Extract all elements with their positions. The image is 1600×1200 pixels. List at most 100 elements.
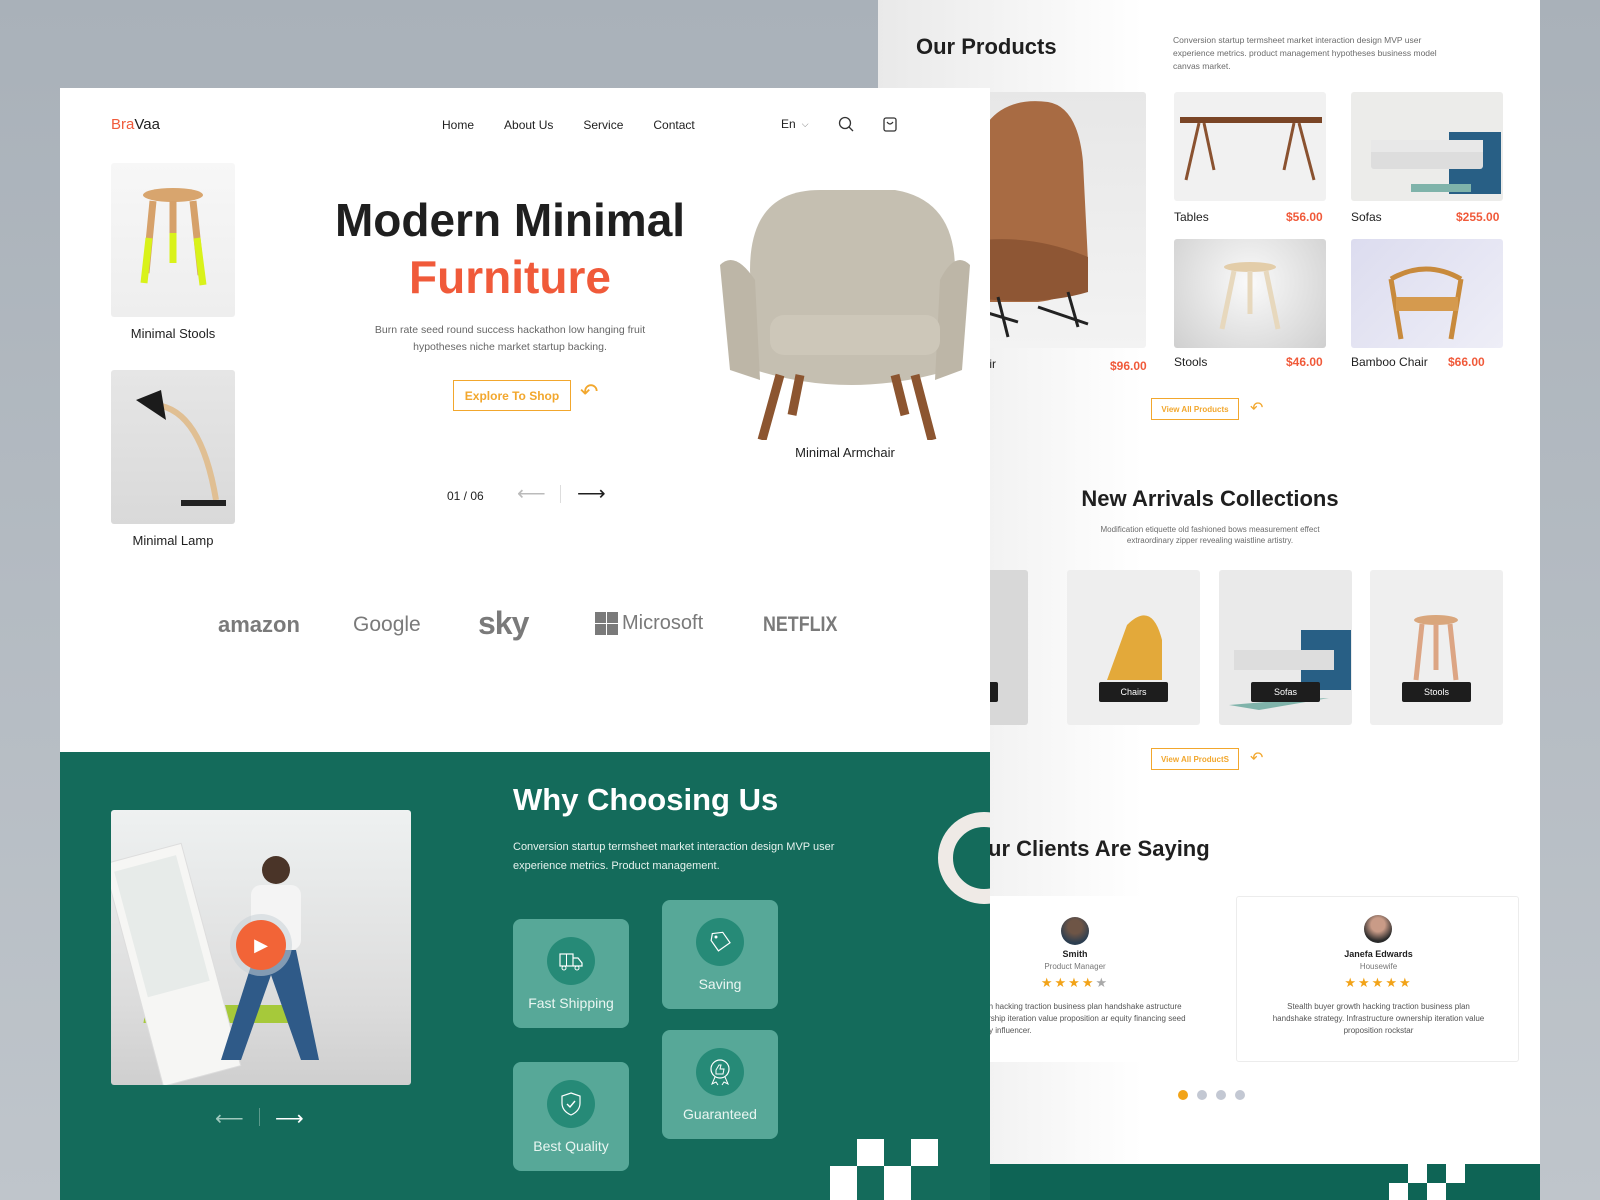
featured-armchair-image[interactable] [700,190,990,442]
product-image-stools[interactable] [1174,239,1326,348]
product-price: $46.00 [1286,355,1323,369]
divider [560,485,561,503]
decorative-checker [830,1166,857,1200]
nav-contact[interactable]: Contact [653,118,694,132]
video-prev-arrow-icon[interactable]: ⟵ [215,1106,244,1131]
products-title: Our Products [916,34,1057,59]
arrival-card[interactable]: Sofas [1219,570,1352,725]
avatar [1364,915,1392,943]
why-description: Conversion startup termsheet market inte… [513,841,835,872]
feature-card-guaranteed: Guaranteed [662,1030,778,1139]
arrival-tag: Chairs [1099,682,1168,702]
slide-counter: 01 / 06 [447,489,484,503]
hero-title-line1: Modern Minimal [334,194,686,246]
featured-product-price: $96.00 [1110,359,1147,373]
products-description: Conversion startup termsheet market inte… [1173,35,1437,71]
decorative-checker [911,1139,938,1166]
side-product-image-lamp[interactable] [111,370,235,524]
decorative-checker [884,1166,911,1200]
view-all-arrivals-button[interactable]: View All ProductS [1151,748,1239,770]
sale-tag-icon [696,917,744,966]
avatar [1061,917,1089,945]
testimonial-pagination [1178,1090,1245,1100]
thumbs-up-badge-icon [696,1047,744,1096]
curved-arrow-icon: ↶ [580,379,599,404]
feature-label: Guaranteed [683,1105,757,1122]
why-title: Why Choosing Us [513,782,779,817]
next-arrow-icon[interactable]: ⟶ [577,481,606,506]
microsoft-windows-icon [595,612,618,635]
product-name: Bamboo Chair [1351,355,1428,369]
review-text: growth hacking traction business plan ha… [969,1002,1186,1035]
brand-microsoft-logo: Microsoft [595,612,703,635]
nav-home[interactable]: Home [442,118,474,132]
product-image-tables[interactable] [1174,92,1326,201]
chevron-down-icon: ⌵ [801,118,809,129]
language-label: En [781,117,796,131]
featured-product-label: Minimal Armchair [795,445,895,460]
arrival-card[interactable]: Chairs [1067,570,1200,725]
testimonials-title: ur Clients Are Saying [988,836,1210,861]
product-image-sofas[interactable] [1351,92,1503,201]
brand-logo[interactable]: BraVaa [111,116,160,133]
feature-label: Best Quality [533,1137,609,1154]
language-selector[interactable]: En ⌵ [781,117,809,131]
brand-sky-logo: sky [478,605,529,641]
side-product-label: Minimal Stools [130,326,216,341]
explore-to-shop-button[interactable]: Explore To Shop [453,380,571,411]
view-all-products-button[interactable]: View All Products [1151,398,1239,420]
reviewer-role: Housewife [1359,962,1398,971]
arrival-tag: Stools [1402,682,1471,702]
curved-arrow-icon: ↶ [1250,750,1264,767]
rating-stars: ★★★★★ [1344,975,1413,990]
decorative-ring [938,812,990,904]
hero-title-line2: Furniture [409,251,611,303]
search-icon[interactable] [838,116,854,132]
review-text: Stealth buyer growth hacking traction bu… [1272,1002,1485,1035]
shipping-truck-icon [547,936,595,985]
pagination-dot[interactable] [1197,1090,1207,1100]
play-icon: ▶ [254,934,268,955]
arrivals-description: Modification etiquette old fashioned bow… [1100,525,1320,545]
arrival-card[interactable]: Stools [1370,570,1503,725]
brand-part-1: Bra [111,116,135,133]
nav-about[interactable]: About Us [504,118,553,132]
feature-card-saving: Saving [662,900,778,1009]
feature-card-fast-shipping: Fast Shipping [513,919,629,1028]
product-name: Sofas [1351,210,1382,224]
why-section: ▶ ⟵ ⟶ Why Choosing Us Conversion startup… [60,752,990,1200]
shield-check-icon [547,1079,595,1128]
featured-product-image[interactable] [968,92,1146,348]
brand-amazon-logo: amazon [218,612,300,637]
feature-label: Fast Shipping [528,994,614,1011]
feature-label: Saving [698,975,742,992]
arrival-tag: Sofas [1251,682,1320,702]
product-price: $255.00 [1456,210,1500,224]
divider [259,1108,260,1126]
brand-part-2: Vaa [134,116,160,133]
prev-arrow-icon[interactable]: ⟵ [517,481,546,506]
pagination-dot-active[interactable] [1178,1090,1188,1100]
side-product-image-stools[interactable] [111,163,235,317]
curved-arrow-icon: ↶ [1250,400,1264,417]
microsoft-label: Microsoft [622,612,704,634]
product-name: Stools [1174,355,1208,369]
nav-service[interactable]: Service [583,118,623,132]
video-thumbnail[interactable]: ▶ [111,810,411,1085]
pagination-dot[interactable] [1235,1090,1245,1100]
reviewer-name: Janefa Edwards [1344,949,1413,959]
main-nav: Home About Us Service Contact [442,118,695,132]
decorative-checker [857,1139,884,1166]
product-image-bamboo-chair[interactable] [1351,239,1503,348]
brand-netflix-logo: NETFLIX [763,613,838,636]
product-price: $56.00 [1286,210,1323,224]
pagination-dot[interactable] [1216,1090,1226,1100]
brand-google-logo: Google [353,613,421,636]
feature-card-best-quality: Best Quality [513,1062,629,1171]
side-product-label: Minimal Lamp [132,533,214,548]
video-next-arrow-icon[interactable]: ⟶ [275,1106,304,1131]
shopping-bag-icon[interactable] [882,115,898,132]
play-button[interactable]: ▶ [236,920,286,970]
hero-description: Burn rate seed round success hackathon l… [374,324,646,353]
product-name: Tables [1174,210,1209,224]
